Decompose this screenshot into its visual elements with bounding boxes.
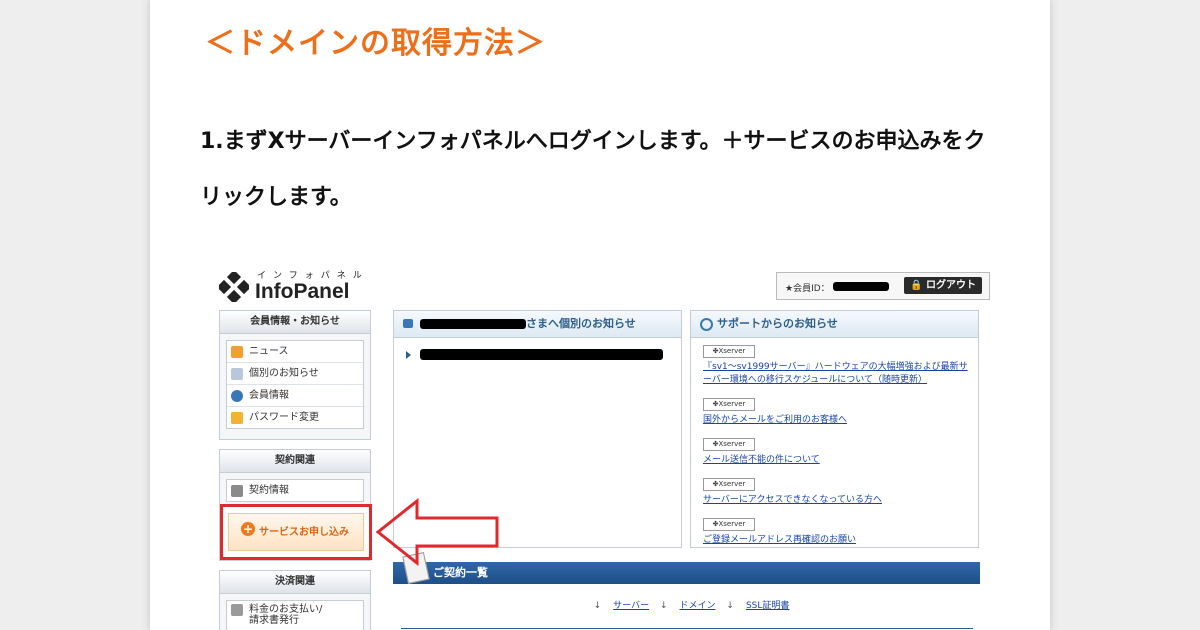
sidebar-list: 料金のお支払い/ 請求書発行 [226,600,364,630]
plus-circle-icon: + [241,522,255,536]
support-notice-link[interactable]: 『sv1～sv1999サーバー』ハードウェアの大幅増強および最新サーバー環境への… [703,361,973,387]
ssl-link[interactable]: SSL証明書 [746,601,789,611]
logo-text: InfoPanel [255,280,350,303]
sidebar-item-news[interactable]: ニュース [227,341,363,363]
support-headset-icon [700,318,713,331]
personal-notices-suffix: さまへ個別のお知らせ [526,317,636,330]
logout-label: ログアウト [925,280,976,291]
xserver-badge: ✤Xserver [703,398,755,411]
logout-button[interactable]: 🔒 ログアウト [904,277,982,294]
service-signup-label: サービスお申し込み [259,527,349,538]
lock-icon [231,411,243,424]
support-notices-title-text: サポートからのお知らせ [717,317,838,330]
sidebar-section-title: 決済関連 [220,571,370,594]
sidebar-member-section: 会員情報・お知らせ ニュース 個別のお知らせ 会員情報 パスワード変更 [219,310,371,440]
sidebar-item-password[interactable]: パスワード変更 [227,407,363,428]
support-notice-item: ✤Xserver ご登録メールアドレス再確認のお願い [703,518,973,547]
support-notice-item: ✤Xserver 『sv1～sv1999サーバー』ハードウェアの大幅増強および最… [703,345,973,387]
step-instruction: 1.まずXサーバーインフォパネルへログインします。＋サービスのお申込みをクリック… [200,129,986,210]
redacted-notice-line[interactable] [420,349,663,360]
sidebar-list: ニュース 個別のお知らせ 会員情報 パスワード変更 [226,340,364,429]
triangle-bullet-icon [406,351,411,359]
contract-list-title: ご契約一覧 [433,566,488,579]
support-notice-list: ✤Xserver 『sv1～sv1999サーバー』ハードウェアの大幅増強および最… [703,345,973,558]
support-notices-title: サポートからのお知らせ [691,311,978,338]
support-notice-link[interactable]: メール送信不能の件について [703,454,973,467]
sidebar-item-individual-notice[interactable]: 個別のお知らせ [227,363,363,385]
server-link[interactable]: サーバー [613,601,649,611]
user-icon [231,389,243,402]
xserver-badge: ✤Xserver [703,518,755,531]
sidebar-item-label: 個別のお知らせ [249,368,319,379]
sidebar-payment-section: 決済関連 料金のお支払い/ 請求書発行 [219,570,371,630]
support-notice-link[interactable]: サーバーにアクセスできなくなっている方へ [703,494,973,507]
logo-diamond-icon [219,272,249,302]
sidebar-item-label: ニュース [249,346,289,357]
service-signup-button[interactable]: + サービスお申し込み [228,513,364,551]
xserver-badge: ✤Xserver [703,438,755,451]
payment-icon [231,604,243,616]
sidebar-section-title: 契約関連 [220,450,370,473]
sidebar-list: 契約情報 [226,479,364,502]
sidebar-item-label: 会員情報 [249,390,289,401]
support-notices-panel: サポートからのお知らせ ✤Xserver 『sv1～sv1999サーバー』ハード… [690,310,979,548]
support-notice-link[interactable]: 国外からメールをご利用のお客様へ [703,414,973,427]
down-arrow-icon: ↓ [659,601,668,611]
lock-icon: 🔒 [910,280,923,291]
member-id-box: ★会員ID： 🔒 ログアウト [776,272,990,300]
contract-icon [231,484,243,497]
redacted-username [420,319,526,329]
sidebar-item-label: 契約情報 [249,485,289,496]
xserver-badge: ✤Xserver [703,345,755,358]
contract-link-row: ↓ サーバー ↓ ドメイン ↓ SSL証明書 [411,598,980,611]
section-heading: ＜ドメインの取得方法＞ [205,26,546,61]
sidebar-item-member-info[interactable]: 会員情報 [227,385,363,407]
domain-link[interactable]: ドメイン [680,601,716,611]
mail-icon [231,367,243,380]
redacted-member-id [833,282,889,291]
infopanel-screenshot: インフォパネル InfoPanel ★会員ID： 🔒 ログアウト 会員情報・お知… [215,262,995,630]
down-arrow-icon: ↓ [726,601,734,611]
support-notice-link[interactable]: ご登録メールアドレス再確認のお願い [703,534,973,547]
support-notice-item: ✤Xserver サーバーにアクセスできなくなっている方へ [703,478,973,507]
pointer-arrow-icon [375,498,499,566]
sidebar-section-title: 会員情報・お知らせ [220,311,370,334]
divider [401,628,973,629]
support-notice-item: ✤Xserver 国外からメールをご利用のお客様へ [703,398,973,427]
speech-bubble-icon [403,319,413,328]
personal-notices-title: さまへ個別のお知らせ [394,311,681,338]
down-arrow-icon: ↓ [593,601,602,611]
key-icon [231,345,243,358]
sidebar-item-label: パスワード変更 [249,412,319,423]
sidebar-item-label: 料金のお支払い/ 請求書発行 [249,604,323,626]
support-notice-item: ✤Xserver メール送信不能の件について [703,438,973,467]
article-page: ＜ドメインの取得方法＞ 1.まずXサーバーインフォパネルへログインします。＋サー… [150,0,1050,630]
xserver-badge: ✤Xserver [703,478,755,491]
member-id-label: ★会員ID： [785,284,830,294]
sidebar-item-payment[interactable]: 料金のお支払い/ 請求書発行 [227,601,363,630]
service-signup-highlight: + サービスお申し込み [220,504,372,560]
sidebar-item-contract-info[interactable]: 契約情報 [227,480,363,501]
